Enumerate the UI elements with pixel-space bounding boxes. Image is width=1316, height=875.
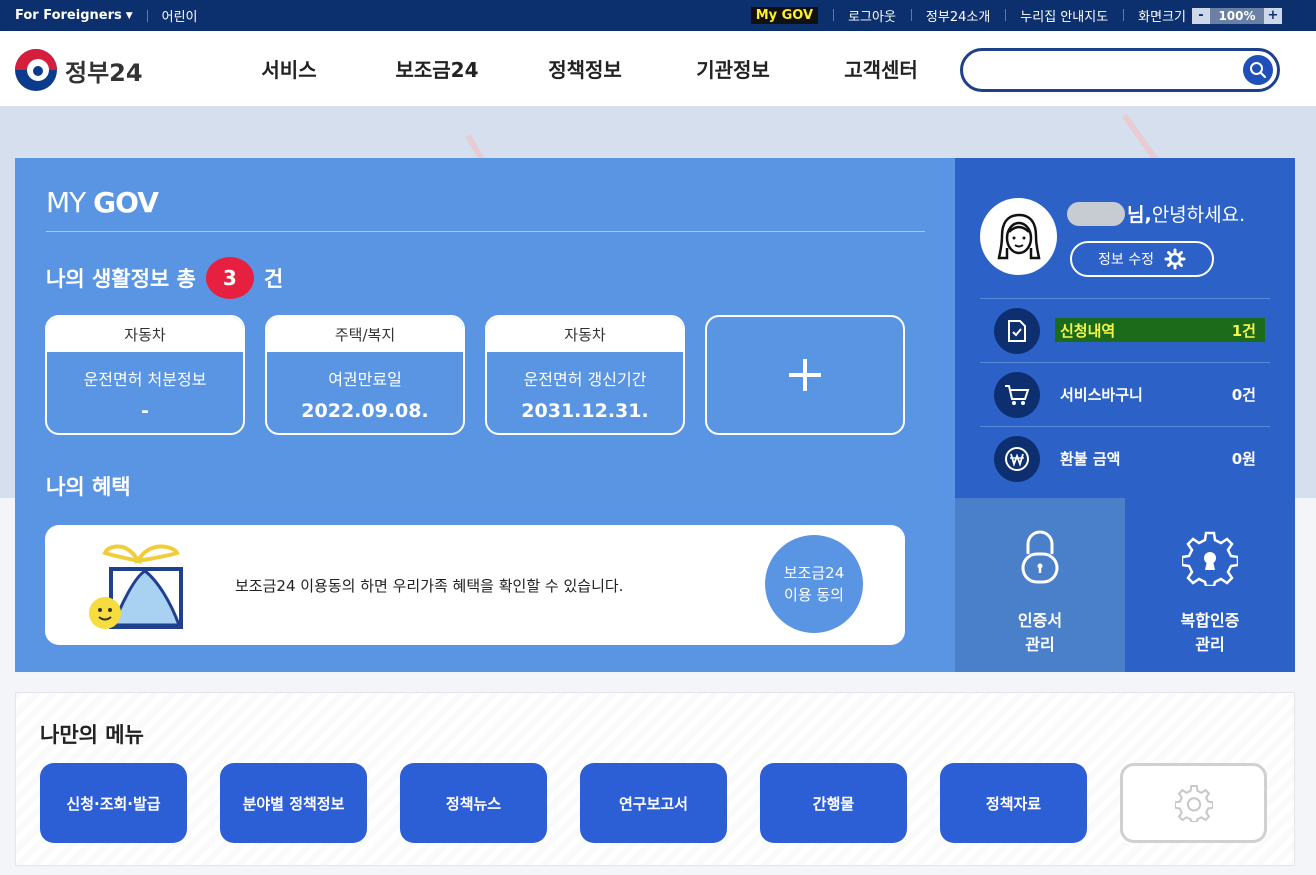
card-category: 자동차 — [487, 317, 683, 352]
life-info-cards: 자동차 운전면허 처분정보 - 주택/복지 여권만료일 2022.09.08. … — [45, 315, 905, 435]
caret-down-icon: ▼ — [125, 10, 133, 21]
nav-subsidy24[interactable]: 보조금24 — [363, 54, 511, 83]
search-button[interactable] — [1243, 55, 1273, 85]
sitemap-link[interactable]: 누리집 안내지도 — [1005, 6, 1123, 25]
service-basket-row[interactable]: 서비스바구니 0건 — [980, 362, 1270, 426]
row-label: 환불 금액 — [1060, 450, 1121, 468]
user-summary-list: 신청내역 1건 서비스바구니 0건 환불 금액 0원 — [980, 298, 1270, 490]
my-menu-section: 나만의 메뉴 신청·조회·발급 분야별 정책정보 정책뉴스 연구보고서 간행물 … — [15, 692, 1295, 866]
card-title: 운전면허 갱신기간 — [523, 370, 647, 389]
benefit-heading: 나의 혜택 — [46, 475, 131, 499]
taegeuk-logo-icon — [15, 49, 57, 91]
kids-link[interactable]: 어린이 — [162, 6, 198, 25]
woman-avatar-icon — [997, 213, 1040, 259]
my-menu-title: 나만의 메뉴 — [40, 723, 144, 747]
card-category: 주택/복지 — [267, 317, 463, 352]
about-gov24-link[interactable]: 정부24소개 — [910, 6, 1005, 25]
menu-policy-news[interactable]: 정책뉴스 — [400, 763, 547, 843]
logo-text: 정부24 — [65, 58, 143, 87]
row-label: 신청내역 — [1060, 322, 1116, 340]
logout-link[interactable]: 로그아웃 — [833, 6, 911, 25]
row-value: 0원 — [1231, 450, 1256, 468]
main-header: 정부24 서비스 보조금24 정책정보 기관정보 고객센터 — [0, 31, 1316, 106]
redacted-username — [1067, 201, 1125, 226]
padlock-icon — [1021, 530, 1059, 584]
search-box — [960, 48, 1280, 92]
life-info-count-badge[interactable]: 3 — [205, 257, 254, 299]
mygov-title: MY GOV — [46, 186, 159, 219]
mygov-panel: MY GOV 나의 생활정보 총 3 건 자동차 운전면허 처분정보 - 주택/… — [15, 158, 955, 672]
refund-amount-row[interactable]: 환불 금액 0원 — [980, 426, 1270, 490]
search-icon — [1250, 62, 1267, 79]
search-input[interactable] — [978, 60, 1238, 80]
screen-size-label: 화면크기 — [1123, 6, 1192, 25]
life-info-card[interactable]: 자동차 운전면허 갱신기간 2031.12.31. — [485, 315, 685, 435]
nav-services[interactable]: 서비스 — [215, 54, 363, 83]
gear-icon — [1174, 785, 1213, 822]
nav-customer-center[interactable]: 고객센터 — [807, 54, 955, 83]
for-foreigners-label: For Foreigners — [15, 8, 122, 23]
certificate-management-label: 인증서 관리 — [1017, 611, 1063, 654]
edit-profile-button[interactable]: 정보 수정 — [1070, 241, 1214, 277]
mygov-link[interactable]: My GOV — [750, 7, 819, 24]
document-check-icon — [994, 307, 1040, 354]
menu-policy-by-field[interactable]: 분야별 정책정보 — [220, 763, 367, 843]
main-nav: 서비스 보조금24 정책정보 기관정보 고객센터 — [215, 31, 955, 106]
won-icon — [994, 435, 1040, 482]
gear-icon — [1164, 248, 1186, 270]
for-foreigners-dropdown[interactable]: For Foreigners ▼ — [15, 8, 133, 23]
benefit-message: 보조금24 이용동의 하면 우리가족 혜택을 확인할 수 있습니다. — [235, 577, 624, 595]
row-value: 0건 — [1231, 386, 1256, 404]
menu-research-reports[interactable]: 연구보고서 — [580, 763, 727, 843]
add-life-info-button[interactable] — [705, 315, 905, 435]
zoom-control: - 100% + — [1192, 7, 1282, 24]
menu-policy-materials[interactable]: 정책자료 — [940, 763, 1087, 843]
card-title: 여권만료일 — [328, 370, 402, 389]
plus-icon — [789, 359, 821, 391]
gift-illustration-icon — [89, 544, 183, 629]
menu-publications[interactable]: 간행물 — [760, 763, 907, 843]
benefit-box: 보조금24 이용동의 하면 우리가족 혜택을 확인할 수 있습니다. 보조금24… — [45, 525, 905, 645]
menu-settings-button[interactable] — [1120, 763, 1267, 843]
subsidy24-agree-button[interactable]: 보조금24 이용 동의 — [765, 535, 863, 633]
row-label: 서비스바구니 — [1060, 386, 1143, 404]
card-value: 2022.09.08. — [301, 400, 429, 422]
menu-apply-inquire-issue[interactable]: 신청·조회·발급 — [40, 763, 187, 843]
cart-icon — [994, 371, 1040, 418]
application-history-row[interactable]: 신청내역 1건 — [980, 298, 1270, 362]
multi-auth-management-tile[interactable]: 복합인증 관리 — [1125, 498, 1295, 672]
row-value: 1건 — [1231, 322, 1256, 340]
life-info-heading: 나의 생활정보 총 3 건 — [46, 257, 283, 299]
gov24-logo[interactable]: 정부24 — [15, 49, 143, 91]
life-info-card[interactable]: 자동차 운전면허 처분정보 - — [45, 315, 245, 435]
user-panel: 님, 안녕하세요. 정보 수정 신청내역 1건 서비스바구니 0건 환불 금액 … — [955, 158, 1295, 498]
zoom-out-button[interactable]: - — [1192, 7, 1210, 24]
card-title: 운전면허 처분정보 — [83, 370, 207, 389]
user-avatar — [980, 198, 1057, 275]
card-category: 자동차 — [47, 317, 243, 352]
my-menu-items: 신청·조회·발급 분야별 정책정보 정책뉴스 연구보고서 간행물 정책자료 — [40, 763, 1267, 843]
zoom-level: 100% — [1210, 7, 1264, 24]
zoom-in-button[interactable]: + — [1264, 7, 1282, 24]
user-greeting: 님, 안녕하세요. — [1067, 200, 1245, 227]
certificate-management-tile[interactable]: 인증서 관리 — [955, 498, 1125, 672]
gear-keyhole-icon — [1182, 531, 1238, 586]
multi-auth-management-label: 복합인증 관리 — [1180, 611, 1240, 654]
nav-agency-info[interactable]: 기관정보 — [659, 54, 807, 83]
card-value: - — [141, 400, 149, 422]
utility-bar: For Foreigners ▼ 어린이 My GOV 로그아웃 정부24소개 … — [0, 0, 1316, 31]
life-info-card[interactable]: 주택/복지 여권만료일 2022.09.08. — [265, 315, 465, 435]
nav-policy-info[interactable]: 정책정보 — [511, 54, 659, 83]
life-info-unit: 건 — [263, 267, 284, 291]
life-info-label: 나의 생활정보 총 — [46, 267, 196, 291]
card-value: 2031.12.31. — [521, 400, 649, 422]
